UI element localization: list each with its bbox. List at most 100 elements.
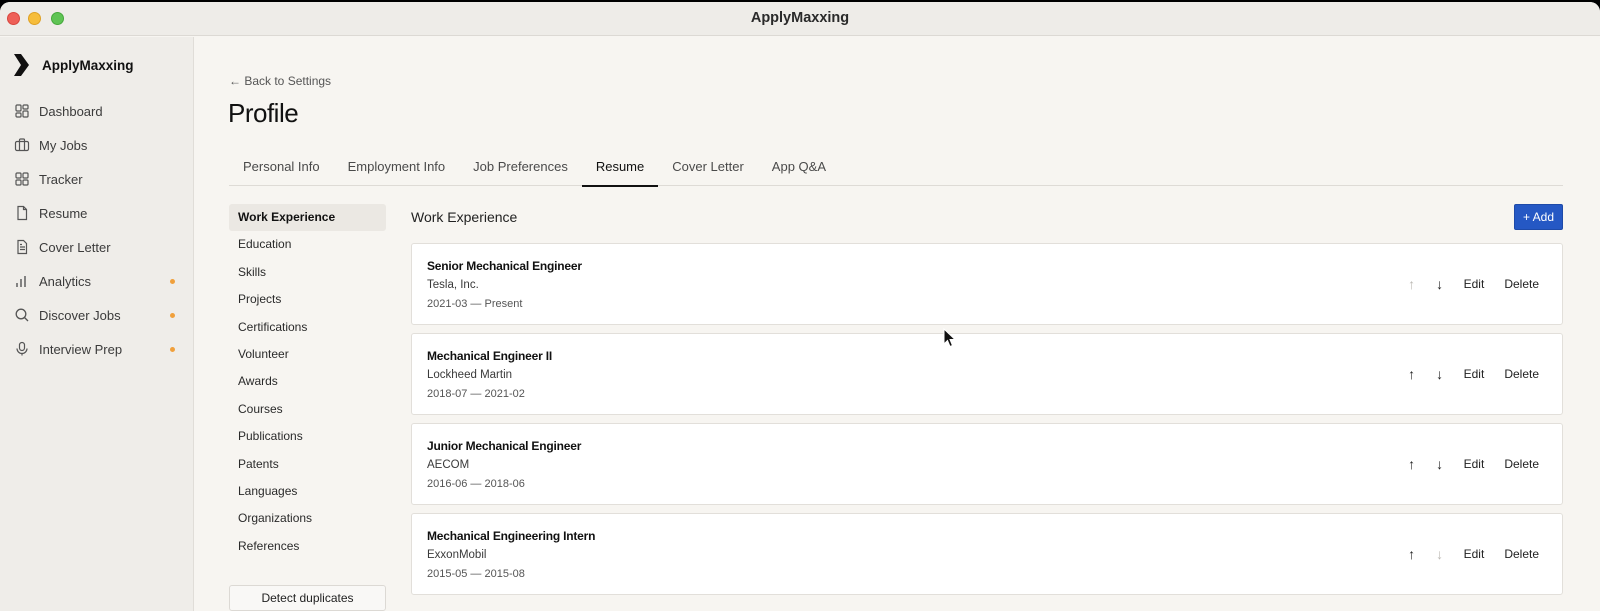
move-up-button[interactable]: ↑ [1398, 276, 1426, 292]
company-name: AECOM [427, 459, 470, 471]
dashboard-icon [14, 103, 30, 119]
company-name: ExxonMobil [427, 549, 487, 561]
tab-resume[interactable]: Resume [581, 154, 659, 187]
tab-app-qa[interactable]: App Q&A [758, 154, 840, 186]
sidebar-item-interview-prep[interactable]: Interview Prep [0, 332, 194, 366]
notification-dot [170, 279, 175, 284]
tab-cover-letter[interactable]: Cover Letter [658, 154, 758, 186]
section-item-organizations[interactable]: Organizations [229, 505, 386, 532]
experience-card: Junior Mechanical Engineer AECOM 2016-06… [411, 423, 1563, 505]
section-item-certifications[interactable]: Certifications [229, 314, 386, 341]
section-item-education[interactable]: Education [229, 231, 386, 258]
sidebar-item-label: Cover Letter [39, 239, 111, 255]
sidebar-item-label: Analytics [39, 273, 92, 289]
date-range: 2015-05 — 2015-08 [427, 568, 525, 580]
job-title: Mechanical Engineer II [427, 349, 552, 363]
job-title: Mechanical Engineering Intern [427, 529, 596, 543]
notification-dot [170, 313, 175, 318]
brand[interactable]: ApplyMaxxing [12, 52, 134, 78]
sidebar-item-tracker[interactable]: Tracker [0, 162, 194, 196]
experience-card: Senior Mechanical Engineer Tesla, Inc. 2… [411, 243, 1563, 325]
sidebar-item-analytics[interactable]: Analytics [0, 264, 194, 298]
sidebar-item-label: My Jobs [39, 137, 88, 153]
main-content: ← Back to Settings Profile Personal Info… [195, 37, 1600, 611]
section-item-courses[interactable]: Courses [229, 396, 386, 423]
delete-button[interactable]: Delete [1504, 547, 1539, 561]
notification-dot [170, 347, 175, 352]
section-item-languages[interactable]: Languages [229, 478, 386, 505]
sidebar-item-label: Tracker [39, 171, 83, 187]
sidebar-item-label: Resume [39, 205, 88, 221]
mouse-pointer-icon [943, 328, 957, 348]
card-actions: ↑ ↓ Edit Delete [1398, 276, 1539, 292]
company-name: Tesla, Inc. [427, 279, 479, 291]
tab-job-preferences[interactable]: Job Preferences [459, 154, 582, 186]
section-item-skills[interactable]: Skills [229, 259, 386, 286]
back-to-settings-link[interactable]: ← Back to Settings [229, 74, 331, 88]
card-actions: ↑ ↓ Edit Delete [1398, 366, 1539, 382]
sidebar-item-label: Dashboard [39, 103, 103, 119]
move-down-button[interactable]: ↓ [1426, 546, 1454, 562]
microphone-icon [14, 341, 30, 357]
tab-personal-info[interactable]: Personal Info [229, 154, 334, 186]
search-icon [14, 307, 30, 323]
section-item-references[interactable]: References [229, 533, 386, 560]
edit-button[interactable]: Edit [1464, 367, 1485, 381]
move-up-button[interactable]: ↑ [1398, 366, 1426, 382]
delete-button[interactable]: Delete [1504, 457, 1539, 471]
bar-chart-icon [14, 273, 30, 289]
profile-tabs: Personal Info Employment Info Job Prefer… [229, 154, 1563, 187]
page-title: Profile [228, 98, 299, 128]
sidebar-item-my-jobs[interactable]: My Jobs [0, 128, 194, 162]
letter-icon [14, 239, 30, 255]
move-up-button[interactable]: ↑ [1398, 546, 1426, 562]
section-item-publications[interactable]: Publications [229, 423, 386, 450]
move-down-button[interactable]: ↓ [1426, 366, 1454, 382]
edit-button[interactable]: Edit [1464, 457, 1485, 471]
experience-card: Mechanical Engineering Intern ExxonMobil… [411, 513, 1563, 595]
date-range: 2021-03 — Present [427, 298, 523, 310]
section-item-work-experience[interactable]: Work Experience [229, 204, 386, 232]
job-title: Senior Mechanical Engineer [427, 259, 582, 273]
card-actions: ↑ ↓ Edit Delete [1398, 546, 1539, 562]
card-actions: ↑ ↓ Edit Delete [1398, 456, 1539, 472]
move-up-button[interactable]: ↑ [1398, 456, 1426, 472]
sidebar-item-label: Discover Jobs [39, 307, 121, 323]
resume-section-list: Work Experience Education Skills Project… [229, 204, 386, 560]
sidebar: ApplyMaxxing Dashboard My Jobs Tracker R… [0, 37, 194, 611]
section-item-projects[interactable]: Projects [229, 286, 386, 313]
job-title: Junior Mechanical Engineer [427, 439, 582, 453]
section-item-patents[interactable]: Patents [229, 451, 386, 478]
date-range: 2016-06 — 2018-06 [427, 478, 525, 490]
sidebar-item-discover-jobs[interactable]: Discover Jobs [0, 298, 194, 332]
edit-button[interactable]: Edit [1464, 547, 1485, 561]
experience-card: Mechanical Engineer II Lockheed Martin 2… [411, 333, 1563, 415]
sidebar-item-label: Interview Prep [39, 341, 123, 357]
briefcase-icon [14, 137, 30, 153]
date-range: 2018-07 — 2021-02 [427, 388, 525, 400]
move-down-button[interactable]: ↓ [1426, 276, 1454, 292]
title-bar: ApplyMaxxing [0, 2, 1600, 36]
sidebar-item-resume[interactable]: Resume [0, 196, 194, 230]
app-window: ApplyMaxxing ApplyMaxxing Dashboard My J… [0, 2, 1600, 611]
section-item-volunteer[interactable]: Volunteer [229, 341, 386, 368]
add-entry-button[interactable]: + Add [1514, 204, 1563, 230]
experience-list: Senior Mechanical Engineer Tesla, Inc. 2… [411, 243, 1563, 603]
grid-icon [14, 171, 30, 187]
company-name: Lockheed Martin [427, 369, 513, 381]
sidebar-item-cover-letter[interactable]: Cover Letter [0, 230, 194, 264]
brand-name: ApplyMaxxing [42, 57, 134, 73]
brand-logo-icon [14, 54, 29, 76]
document-icon [14, 205, 30, 221]
section-item-awards[interactable]: Awards [229, 368, 386, 395]
sidebar-nav: Dashboard My Jobs Tracker Resume Cover L… [0, 94, 194, 366]
delete-button[interactable]: Delete [1504, 367, 1539, 381]
move-down-button[interactable]: ↓ [1426, 456, 1454, 472]
detect-duplicates-button[interactable]: Detect duplicates [229, 585, 386, 611]
delete-button[interactable]: Delete [1504, 277, 1539, 291]
section-title: Work Experience [411, 209, 518, 225]
sidebar-item-dashboard[interactable]: Dashboard [0, 94, 194, 128]
edit-button[interactable]: Edit [1464, 277, 1485, 291]
tab-employment-info[interactable]: Employment Info [334, 154, 460, 186]
window-title: ApplyMaxxing [750, 10, 850, 26]
